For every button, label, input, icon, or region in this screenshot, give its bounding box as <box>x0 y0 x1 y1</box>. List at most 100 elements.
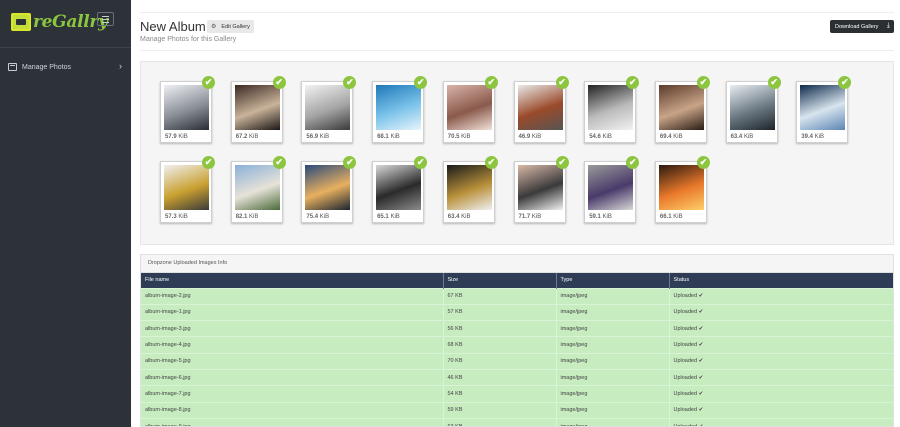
photo-thumbnail[interactable]: 75.4 KiB <box>301 161 354 223</box>
upload-success-check-icon: ✔ <box>626 156 640 169</box>
table-row: album-image-1.jpg 57 KB image/jpeg Uploaded… <box>141 303 893 321</box>
app-logo[interactable]: reGallry <box>11 10 108 34</box>
photo-thumbnail[interactable]: 70.5 KiB <box>442 81 495 143</box>
chevron-right-icon: › <box>119 61 122 71</box>
type-cell: image/jpeg <box>556 320 670 337</box>
file-name-cell: album-image-5.jpg <box>141 352 444 370</box>
photo-file-size: 69.4 KiB <box>659 134 683 140</box>
file-name-cell: album-image-3.jpg <box>141 320 444 337</box>
photo-thumbnail[interactable]: 69.4 KiB <box>654 81 707 143</box>
upload-success-check-icon: ✔ <box>767 76 781 89</box>
photo-thumbnail[interactable]: 63.4 KiB <box>442 161 495 223</box>
upload-success-check-icon: ✔ <box>484 76 498 89</box>
table-row: album-image-6.jpg 46 KB image/jpeg Uploaded… <box>141 368 893 386</box>
status-cell: Uploaded ✔ <box>669 368 893 386</box>
photo-preview <box>234 85 280 130</box>
photo-file-size: 57.9 KiB <box>165 134 188 140</box>
photo-thumbnail[interactable]: 59.1 KiB <box>584 161 637 223</box>
photo-preview <box>658 165 704 210</box>
image-icon <box>8 63 17 71</box>
photo-dropzone[interactable]: 57.9 KiB ✔ 67.2 KiB ✔ 56.9 KiB ✔ 68.1 KiB ✔ 70.5… <box>140 61 894 245</box>
photo-file-size: 71.7 KiB <box>518 214 542 220</box>
table-header-row: File name Size Type Status <box>141 273 893 288</box>
table-row: album-image-5.jpg 70 KB image/jpeg Uploaded… <box>141 352 893 370</box>
menu-toggle-button[interactable] <box>97 12 114 26</box>
uploaded-images-table: File name Size Type Status album-image-2… <box>141 273 893 426</box>
photo-file-size: 70.5 KiB <box>447 134 471 140</box>
table-row: album-image-8.jpg 59 KB image/jpeg Uploaded… <box>141 401 893 419</box>
size-cell: 68 KB <box>443 336 557 354</box>
status-cell: Uploaded ✔ <box>669 303 893 321</box>
photo-thumbnail[interactable]: 57.9 KiB <box>160 81 212 143</box>
sidebar-item-label: Manage Photos <box>22 63 72 71</box>
file-name-cell: album-image-8.jpg <box>141 401 444 419</box>
upload-success-check-icon: ✔ <box>343 156 357 169</box>
photo-thumbnail[interactable]: 67.2 KiB <box>230 81 283 143</box>
photo-preview <box>305 165 351 210</box>
photo-thumbnail[interactable]: 39.4 KiB <box>796 81 849 143</box>
page-subtitle: Manage Photos for this Gallery <box>140 36 237 43</box>
photo-thumbnail[interactable]: 54.6 KiB <box>584 81 637 143</box>
status-cell: Uploaded ✔ <box>669 401 893 419</box>
file-name-cell: album-image-1.jpg <box>141 303 444 321</box>
size-cell: 57 KB <box>443 303 557 321</box>
photo-thumbnail[interactable]: 63.4 KiB <box>725 81 778 143</box>
photo-preview <box>376 165 422 210</box>
upload-success-check-icon: ✔ <box>272 156 286 169</box>
size-cell: 59 KB <box>443 401 557 419</box>
upload-success-check-icon: ✔ <box>202 156 215 169</box>
status-cell: Uploaded ✔ <box>669 352 893 370</box>
download-gallery-label: Download Gallery <box>835 23 879 30</box>
type-cell: image/jpeg <box>556 336 670 354</box>
photo-file-size: 46.9 KiB <box>518 134 542 140</box>
logo-icon <box>11 13 31 31</box>
info-panel-title: Dropzone Uploaded Images Info <box>148 260 228 266</box>
header-divider-top <box>140 12 894 13</box>
photo-thumbnail[interactable]: 68.1 KiB <box>372 81 425 143</box>
column-header-type[interactable]: Type <box>556 273 670 288</box>
photo-thumbnail[interactable]: 66.1 KiB <box>654 161 707 223</box>
photo-file-size: 66.1 KiB <box>659 214 683 220</box>
photo-thumbnail[interactable]: 46.9 KiB <box>513 81 566 143</box>
upload-success-check-icon: ✔ <box>555 156 569 169</box>
upload-success-check-icon: ✔ <box>696 156 710 169</box>
column-header-status[interactable]: Status <box>669 273 893 288</box>
download-gallery-button[interactable]: Download Gallery ⤓ <box>830 20 894 33</box>
photo-preview <box>517 85 563 130</box>
photo-thumbnail[interactable]: 71.7 KiB <box>513 161 566 223</box>
photo-thumbnail[interactable]: 57.3 KiB <box>160 161 212 223</box>
sidebar-item-manage-photos[interactable]: Manage Photos › <box>0 58 131 76</box>
photo-file-size: 63.4 KiB <box>447 214 471 220</box>
column-header-size[interactable]: Size <box>443 273 557 288</box>
photo-file-size: 59.1 KiB <box>589 214 612 220</box>
upload-success-check-icon: ✔ <box>343 76 357 89</box>
photo-preview <box>446 85 492 130</box>
type-cell: image/jpeg <box>556 417 670 426</box>
edit-gallery-button[interactable]: ⚙ Edit Gallery <box>207 20 254 33</box>
photo-preview <box>588 165 634 210</box>
photo-file-size: 82.1 KiB <box>235 214 259 220</box>
photo-preview <box>446 165 492 210</box>
uploaded-images-info-panel: Dropzone Uploaded Images Info File name … <box>140 254 894 427</box>
photo-preview <box>234 165 280 210</box>
status-cell: Uploaded ✔ <box>669 336 893 354</box>
photo-file-size: 54.6 KiB <box>589 134 612 140</box>
table-row: album-image-7.jpg 54 KB image/jpeg Uploaded… <box>141 385 893 403</box>
table-row: album-image-3.jpg 56 KB image/jpeg Uploaded… <box>141 320 893 337</box>
photo-thumbnail[interactable]: 56.9 KiB <box>301 81 354 143</box>
photo-thumbnail[interactable]: 82.1 KiB <box>230 161 283 223</box>
edit-gallery-label: Edit Gallery <box>221 23 250 30</box>
table-row: album-image-4.jpg 68 KB image/jpeg Uploaded… <box>141 336 893 354</box>
size-cell: 56 KB <box>443 320 557 337</box>
column-header-file-name[interactable]: File name <box>141 273 444 288</box>
photo-preview <box>800 85 846 130</box>
photo-preview <box>729 85 775 130</box>
header-divider-bottom <box>140 50 894 51</box>
table-row: album-image-9.jpg 63 KB image/jpeg Uploaded… <box>141 417 893 426</box>
photo-thumbnail[interactable]: 65.1 KiB <box>372 161 425 223</box>
file-name-cell: album-image-2.jpg <box>141 287 444 305</box>
status-cell: Uploaded ✔ <box>669 287 893 305</box>
upload-success-check-icon: ✔ <box>484 156 498 169</box>
upload-success-check-icon: ✔ <box>555 76 569 89</box>
table-row: album-image-2.jpg 67 KB image/jpeg Uploaded… <box>141 287 893 305</box>
